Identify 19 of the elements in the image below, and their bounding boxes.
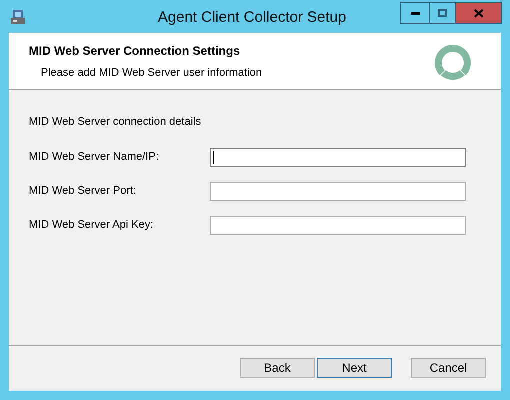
dialog-button[interactable]: Back: [240, 358, 315, 378]
close-button[interactable]: [456, 3, 501, 23]
field-label: MID Web Server Port:: [29, 184, 138, 199]
dialog-button[interactable]: Cancel: [411, 358, 486, 378]
input-field[interactable]: [210, 148, 466, 166]
maximize-icon: [438, 9, 447, 17]
field-label: MID Web Server Api Key:: [29, 218, 155, 233]
input-field[interactable]: [210, 216, 466, 234]
header-subtitle: Please add MID Web Server user information: [41, 66, 262, 81]
close-icon: [474, 8, 484, 18]
section-label: MID Web Server connection details: [29, 115, 202, 130]
input-field[interactable]: [210, 182, 466, 200]
window-title: Agent Client Collector Setup: [158, 8, 346, 28]
header-title: MID Web Server Connection Settings: [29, 43, 242, 60]
minimize-icon: [410, 12, 420, 14]
ring-logo-icon: [433, 43, 473, 83]
installer-icon: [10, 8, 26, 24]
field-label: MID Web Server Name/IP:: [29, 150, 160, 165]
dialog-button[interactable]: Next: [317, 358, 392, 378]
